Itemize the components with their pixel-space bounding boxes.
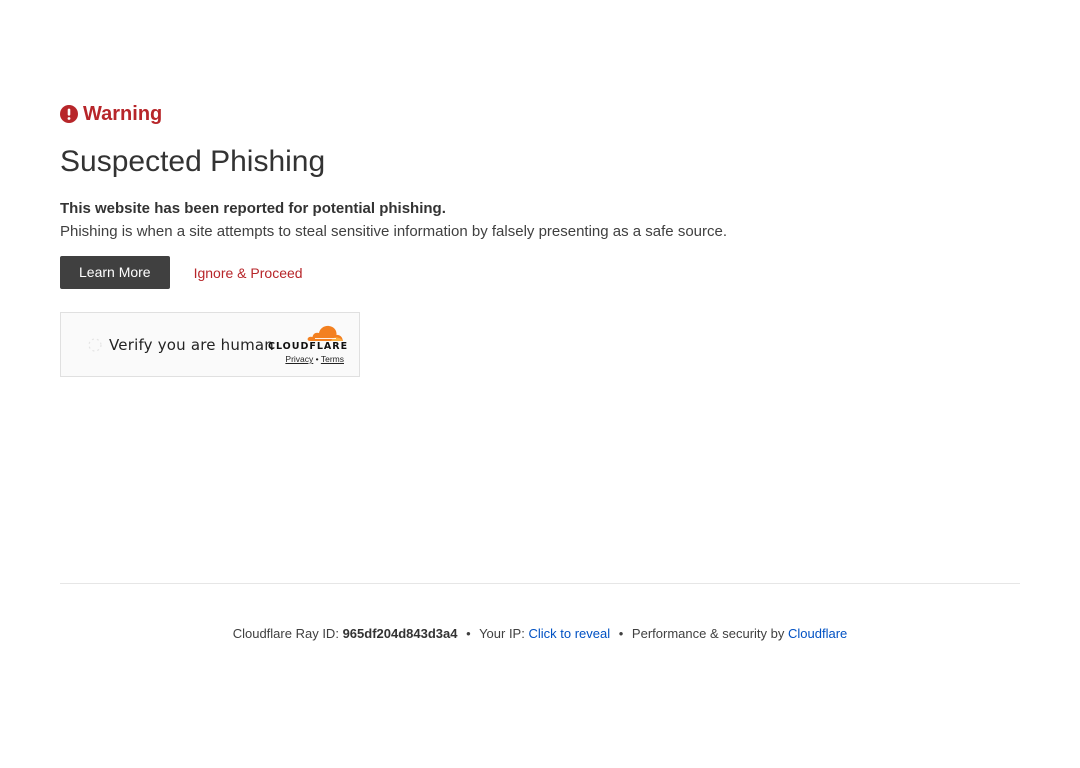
ignore-proceed-link[interactable]: Ignore & Proceed: [194, 265, 303, 281]
footer-separator: •: [618, 626, 624, 641]
cloudflare-wordmark: CLOUDFLARE: [268, 341, 349, 352]
privacy-link[interactable]: Privacy: [285, 354, 313, 364]
action-row: Learn More Ignore & Proceed: [60, 256, 1020, 289]
ray-id-value: 965df204d843d3a4: [342, 626, 458, 641]
footer: Cloudflare Ray ID: 965df204d843d3a4 • Yo…: [0, 625, 1080, 643]
turnstile-links: Privacy • Terms: [268, 354, 344, 364]
footer-separator: •: [466, 626, 471, 641]
learn-more-button[interactable]: Learn More: [60, 256, 170, 289]
description-text: Phishing is when a site attempts to stea…: [60, 223, 728, 240]
page-title: Suspected Phishing: [60, 145, 326, 178]
lead-text: This website has been reported for poten…: [60, 200, 446, 217]
warning-header: Warning: [60, 100, 1020, 128]
main-content: Warning Suspected Phishing This website …: [60, 100, 1020, 377]
terms-link[interactable]: Terms: [321, 354, 344, 364]
link-separator: •: [315, 354, 319, 364]
turnstile-widget[interactable]: Verify you are human CLOUDFLARE Privacy …: [60, 312, 360, 377]
perf-label: Performance & security by: [631, 626, 785, 641]
ip-label: Your IP:: [479, 626, 525, 641]
challenge-page: Warning Suspected Phishing This website …: [0, 0, 1080, 768]
cloudflare-cloud-icon: [307, 325, 343, 341]
ray-id-label: Cloudflare Ray ID:: [232, 626, 339, 641]
spinner-icon: [88, 338, 102, 352]
warning-label: Warning: [83, 102, 163, 125]
reveal-ip-link[interactable]: Click to reveal: [528, 626, 610, 641]
cloudflare-brand: CLOUDFLARE Privacy • Terms: [268, 324, 349, 364]
verify-label: Verify you are human: [109, 336, 275, 354]
cloudflare-link[interactable]: Cloudflare: [788, 626, 847, 641]
footer-divider: [60, 583, 1020, 584]
exclamation-circle-icon: [60, 105, 78, 123]
